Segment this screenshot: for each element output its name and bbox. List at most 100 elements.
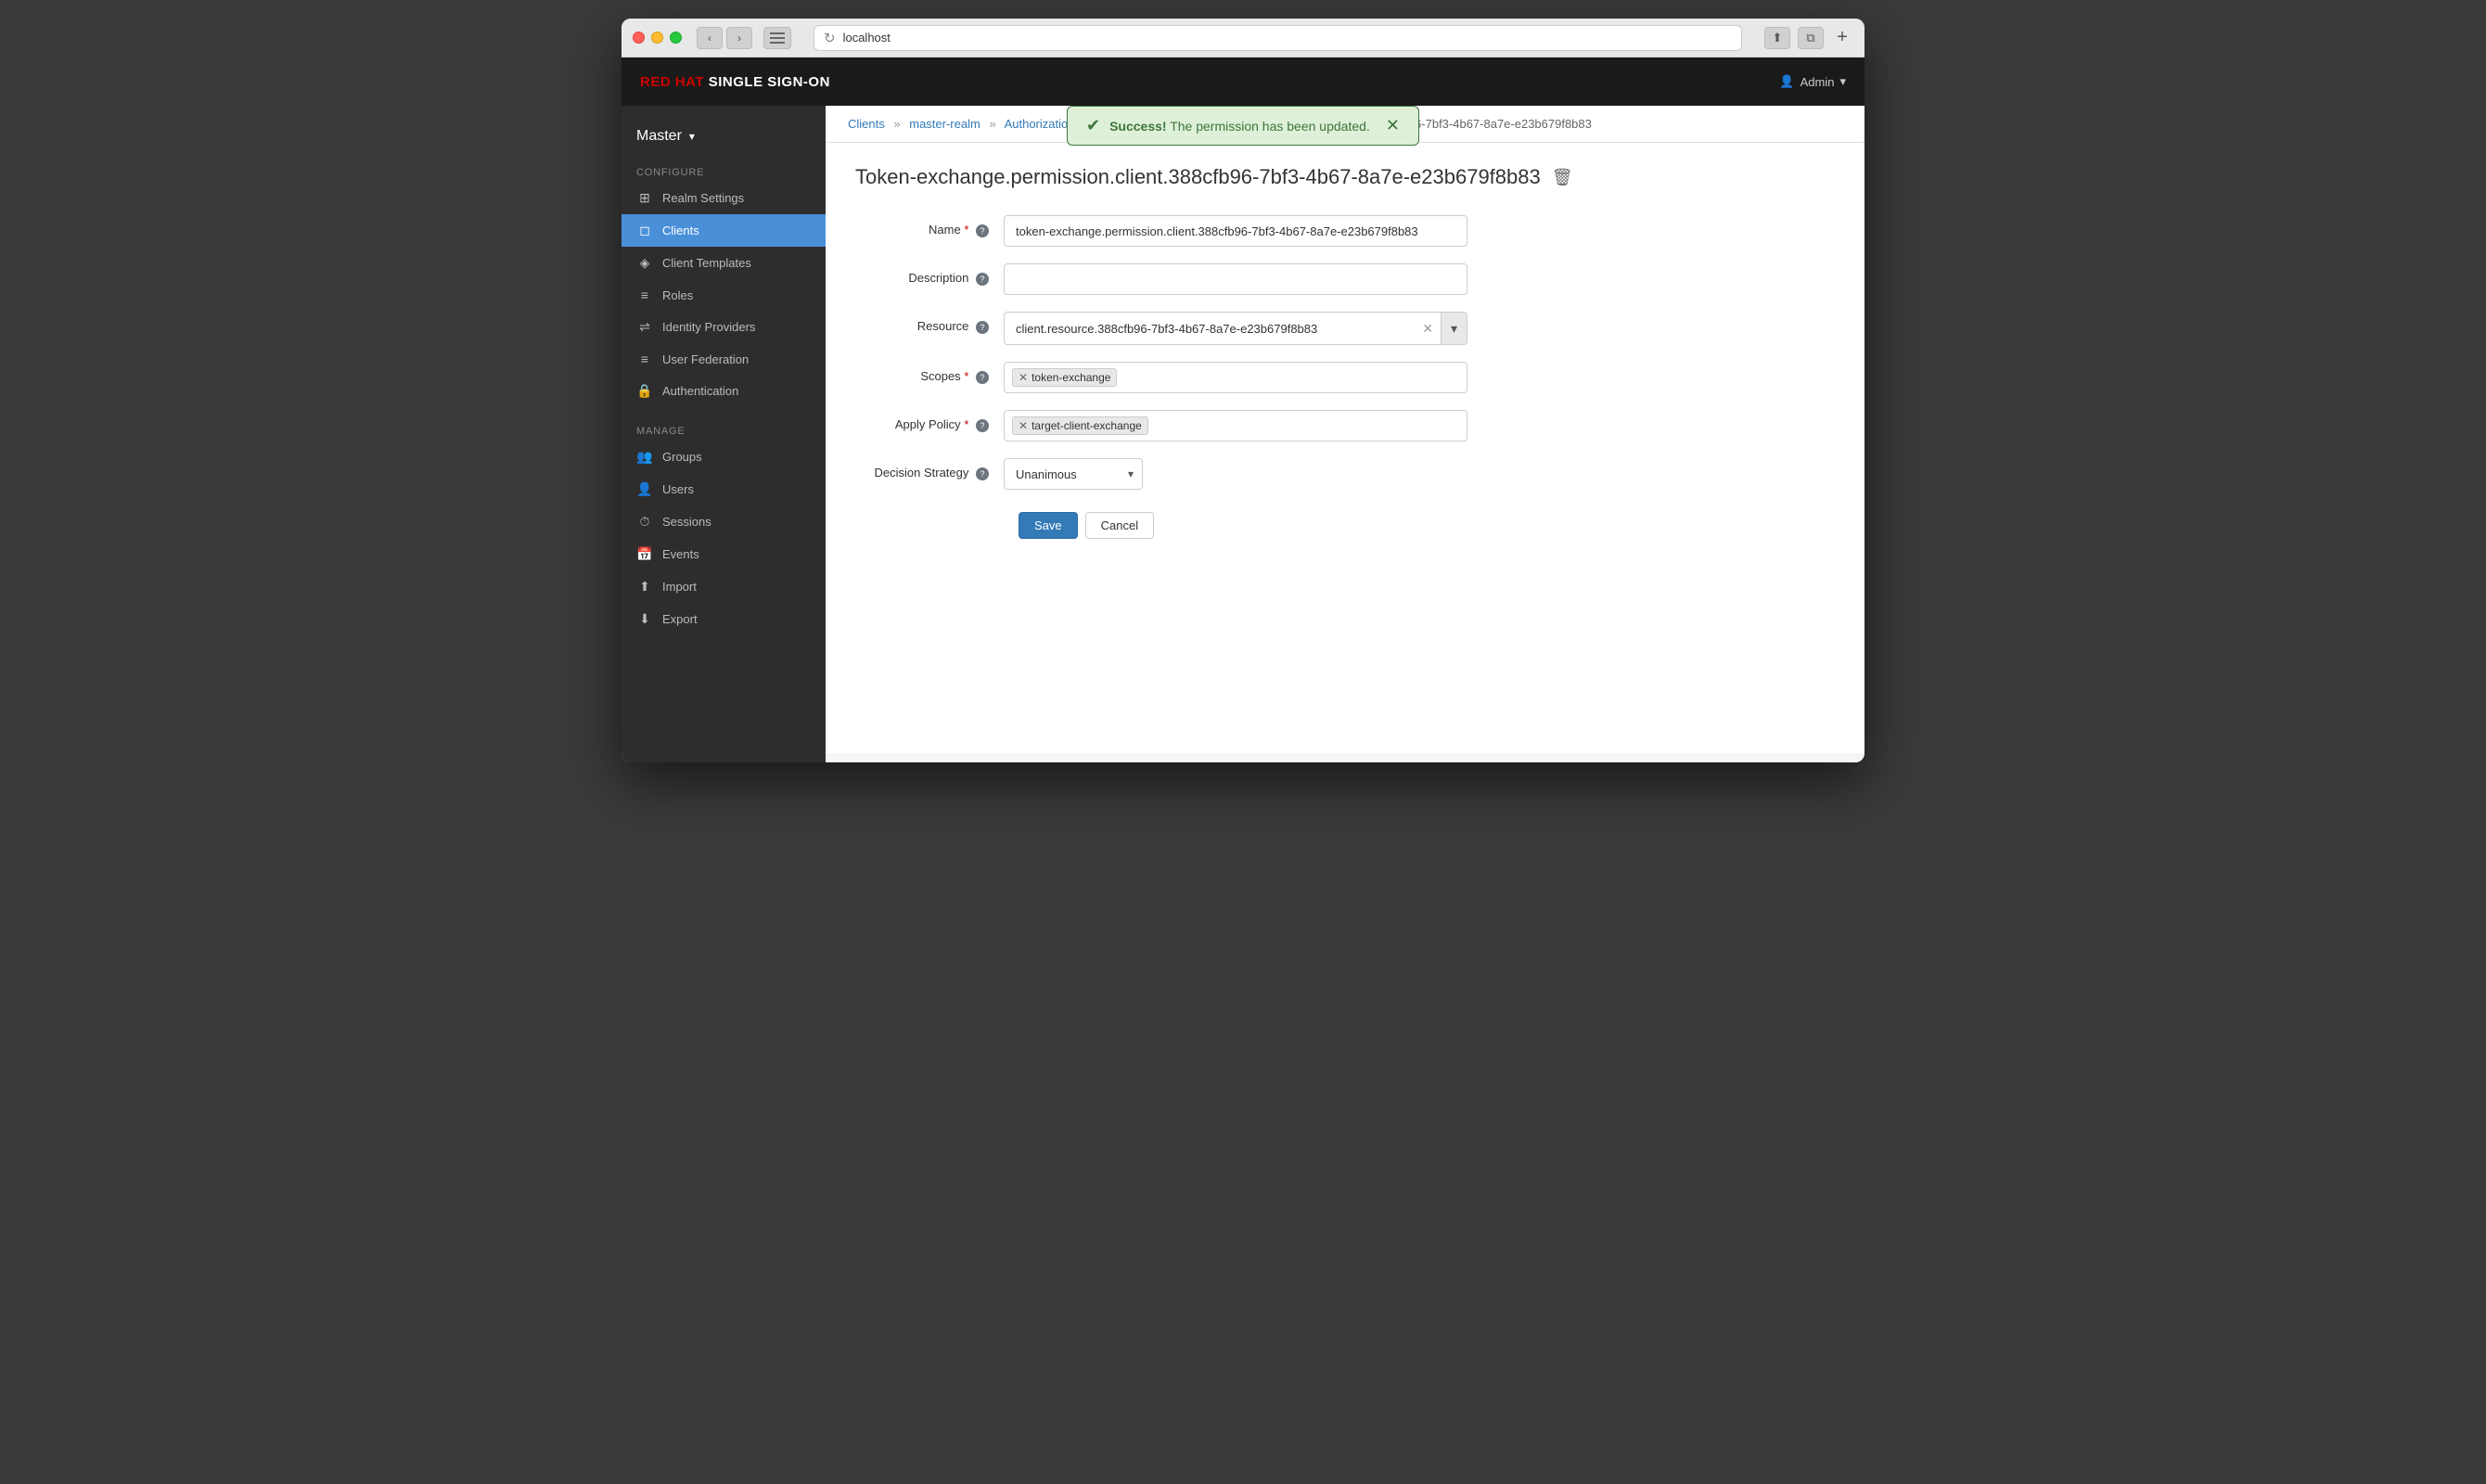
sidebar-item-export[interactable]: ⬇ Export bbox=[622, 603, 826, 635]
description-label: Description ? bbox=[855, 263, 1004, 286]
sidebar-item-client-templates[interactable]: ◈ Client Templates bbox=[622, 247, 826, 279]
name-label: Name * ? bbox=[855, 215, 1004, 237]
success-message: Success! The permission has been updated… bbox=[1109, 119, 1370, 134]
new-tab-button[interactable]: + bbox=[1831, 27, 1853, 49]
apply-policy-field-row: Apply Policy * ? ✕ target-client-exchang… bbox=[855, 410, 1835, 441]
sidebar-item-label: Identity Providers bbox=[662, 320, 755, 334]
scopes-tag: ✕ token-exchange bbox=[1012, 368, 1117, 387]
realm-selector[interactable]: Master ▾ bbox=[622, 121, 826, 160]
forward-button[interactable]: › bbox=[726, 27, 752, 49]
decision-strategy-select[interactable]: Unanimous Affirmative Consensus bbox=[1004, 458, 1143, 490]
name-required: * bbox=[964, 223, 968, 237]
sidebar-item-label: Import bbox=[662, 580, 697, 594]
roles-icon: ≡ bbox=[636, 288, 653, 302]
success-check-icon: ✔ bbox=[1086, 116, 1100, 135]
content-area: Master ▾ Configure ⊞ Realm Settings ◻ Cl… bbox=[622, 106, 1864, 762]
sidebar-item-label: Sessions bbox=[662, 515, 711, 529]
sidebar-item-user-federation[interactable]: ≡ User Federation bbox=[622, 343, 826, 375]
app: RED HAT SINGLE SIGN-ON 👤 Admin ▾ Master … bbox=[622, 58, 1864, 762]
sidebar-item-authentication[interactable]: 🔒 Authentication bbox=[622, 375, 826, 407]
description-field-wrap bbox=[1004, 263, 1467, 295]
breadcrumb-clients[interactable]: Clients bbox=[848, 117, 885, 131]
resource-select-arrow[interactable]: ▾ bbox=[1441, 313, 1467, 344]
sidebar-item-label: Clients bbox=[662, 224, 699, 237]
decision-strategy-field-wrap: Unanimous Affirmative Consensus ▾ bbox=[1004, 458, 1467, 490]
client-templates-icon: ◈ bbox=[636, 255, 653, 271]
user-federation-icon: ≡ bbox=[636, 352, 653, 366]
sidebar-item-groups[interactable]: 👥 Groups bbox=[622, 441, 826, 473]
resource-select[interactable]: client.resource.388cfb96-7bf3-4b67-8a7e-… bbox=[1004, 312, 1467, 345]
name-help-icon[interactable]: ? bbox=[976, 224, 989, 237]
sidebar-item-label: Events bbox=[662, 547, 699, 561]
decision-strategy-select-wrapper: Unanimous Affirmative Consensus ▾ bbox=[1004, 458, 1143, 490]
top-navbar: RED HAT SINGLE SIGN-ON 👤 Admin ▾ bbox=[622, 58, 1864, 106]
minimize-button[interactable] bbox=[651, 32, 663, 44]
delete-button[interactable]: 🗑 bbox=[1552, 168, 1573, 187]
apply-policy-help-icon[interactable]: ? bbox=[976, 419, 989, 432]
apply-policy-tag-remove[interactable]: ✕ bbox=[1019, 419, 1028, 432]
breadcrumb-authorization[interactable]: Authorization bbox=[1005, 117, 1075, 131]
maximize-button[interactable] bbox=[670, 32, 682, 44]
realm-settings-icon: ⊞ bbox=[636, 190, 653, 206]
users-icon: 👤 bbox=[636, 481, 653, 497]
scopes-help-icon[interactable]: ? bbox=[976, 371, 989, 384]
sidebar-item-label: Export bbox=[662, 612, 698, 626]
resource-label: Resource ? bbox=[855, 312, 1004, 334]
address-text: localhost bbox=[843, 31, 891, 45]
sidebar-item-clients[interactable]: ◻ Clients bbox=[622, 214, 826, 247]
success-banner: ✔ Success! The permission has been updat… bbox=[1067, 106, 1419, 146]
scopes-field-wrap: ✕ token-exchange bbox=[1004, 362, 1467, 393]
sidebar-item-events[interactable]: 📅 Events bbox=[622, 538, 826, 570]
nav-buttons: ‹ › bbox=[697, 27, 752, 49]
description-help-icon[interactable]: ? bbox=[976, 273, 989, 286]
resource-select-clear[interactable]: ✕ bbox=[1415, 321, 1441, 337]
sidebar-item-label: Realm Settings bbox=[662, 191, 744, 205]
user-name: Admin bbox=[1800, 75, 1835, 89]
page-title-row: Token-exchange.permission.client.388cfb9… bbox=[855, 165, 1835, 189]
scopes-tag-input[interactable]: ✕ token-exchange bbox=[1004, 362, 1467, 393]
breadcrumb-master-realm[interactable]: master-realm bbox=[909, 117, 980, 131]
groups-icon: 👥 bbox=[636, 449, 653, 465]
sidebar-item-label: Roles bbox=[662, 288, 693, 302]
sidebar-item-identity-providers[interactable]: ⇌ Identity Providers bbox=[622, 311, 826, 343]
main-content: Clients » master-realm » Authorization »… bbox=[826, 106, 1864, 762]
name-field-wrap bbox=[1004, 215, 1467, 247]
breadcrumb-sep-1: » bbox=[893, 117, 900, 131]
sidebar-item-realm-settings[interactable]: ⊞ Realm Settings bbox=[622, 182, 826, 214]
description-input[interactable] bbox=[1004, 263, 1467, 295]
sidebar-toggle-button[interactable] bbox=[763, 27, 791, 49]
apply-policy-tag-label: target-client-exchange bbox=[1032, 419, 1142, 432]
success-close-button[interactable]: ✕ bbox=[1386, 116, 1400, 135]
scopes-tag-label: token-exchange bbox=[1032, 371, 1110, 384]
page-title: Token-exchange.permission.client.388cfb9… bbox=[855, 165, 1541, 189]
reload-button[interactable]: ↻ bbox=[824, 30, 836, 46]
resource-help-icon[interactable]: ? bbox=[976, 321, 989, 334]
decision-strategy-label: Decision Strategy ? bbox=[855, 458, 1004, 480]
cancel-button[interactable]: Cancel bbox=[1085, 512, 1154, 539]
save-button[interactable]: Save bbox=[1019, 512, 1078, 539]
manage-section-label: Manage bbox=[622, 418, 826, 441]
name-input[interactable] bbox=[1004, 215, 1467, 247]
sidebar-item-roles[interactable]: ≡ Roles bbox=[622, 279, 826, 311]
browser-titlebar: ‹ › ↻ localhost ⬆ ⧉ + bbox=[622, 19, 1864, 58]
clients-icon: ◻ bbox=[636, 223, 653, 238]
sidebar-item-sessions[interactable]: ⏱ Sessions bbox=[622, 505, 826, 538]
close-button[interactable] bbox=[633, 32, 645, 44]
address-bar[interactable]: ↻ localhost bbox=[814, 25, 1742, 51]
apply-policy-tag: ✕ target-client-exchange bbox=[1012, 416, 1148, 435]
sidebar-item-import[interactable]: ⬆ Import bbox=[622, 570, 826, 603]
copy-button[interactable]: ⧉ bbox=[1798, 27, 1824, 49]
sidebar-item-users[interactable]: 👤 Users bbox=[622, 473, 826, 505]
decision-strategy-help-icon[interactable]: ? bbox=[976, 467, 989, 480]
user-menu[interactable]: 👤 Admin ▾ bbox=[1779, 74, 1846, 89]
scopes-required: * bbox=[964, 369, 968, 383]
apply-policy-required: * bbox=[964, 417, 968, 431]
user-menu-chevron: ▾ bbox=[1839, 74, 1846, 89]
sessions-icon: ⏱ bbox=[636, 514, 653, 530]
back-button[interactable]: ‹ bbox=[697, 27, 723, 49]
events-icon: 📅 bbox=[636, 546, 653, 562]
user-icon: 👤 bbox=[1779, 74, 1794, 89]
share-button[interactable]: ⬆ bbox=[1764, 27, 1790, 49]
apply-policy-tag-input[interactable]: ✕ target-client-exchange bbox=[1004, 410, 1467, 441]
scopes-tag-remove[interactable]: ✕ bbox=[1019, 371, 1028, 384]
